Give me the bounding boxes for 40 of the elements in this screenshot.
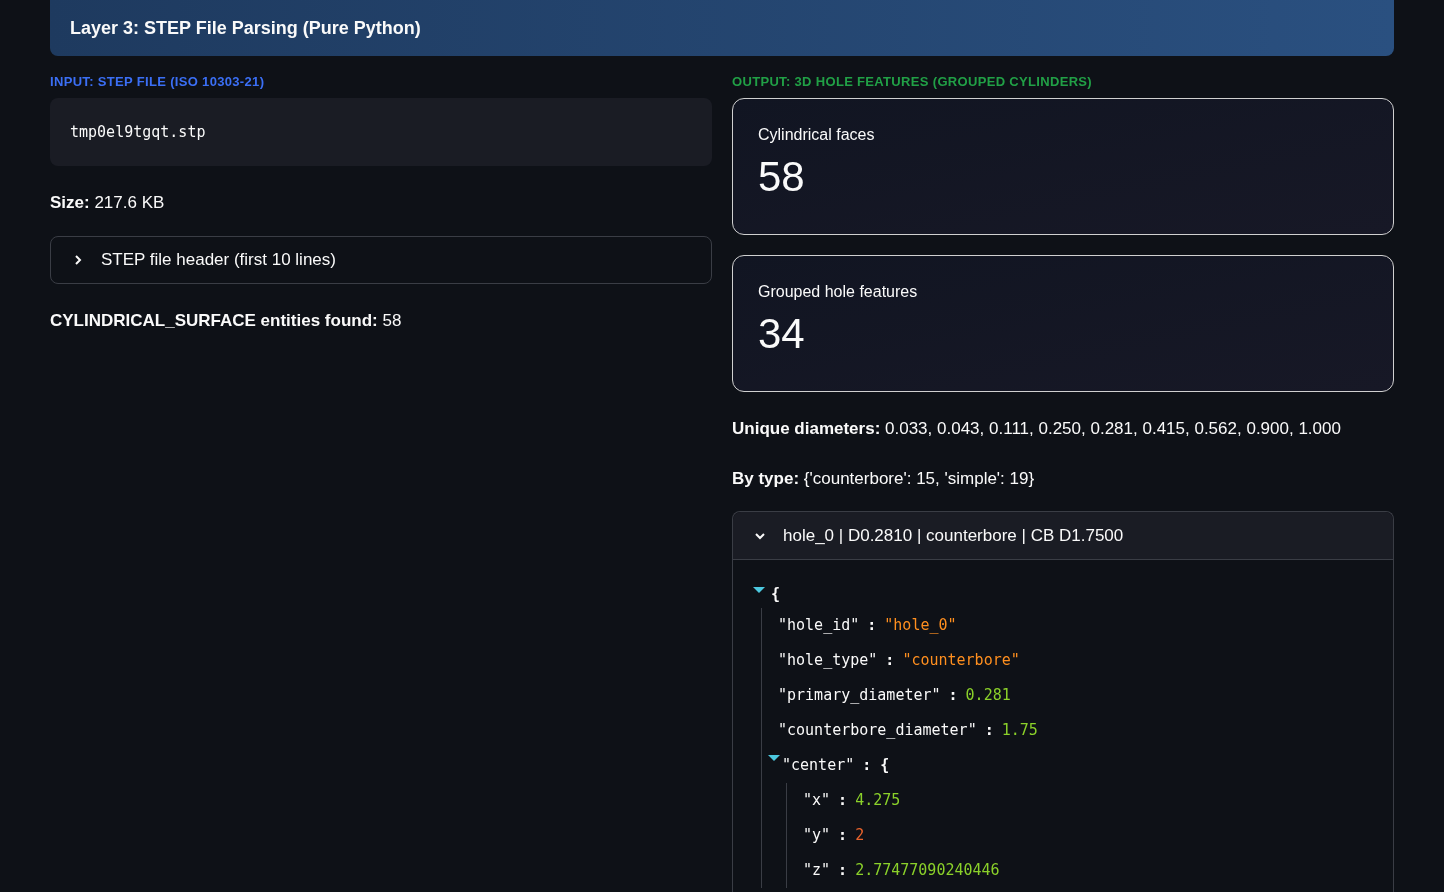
json-brace: : { (862, 755, 890, 777)
json-key: "z" (803, 859, 831, 882)
json-brace: { (771, 583, 781, 605)
info-text: Size: 217.6 KB (50, 192, 166, 214)
json-value: 2 (855, 825, 865, 847)
json-value: 0.281 (965, 685, 1011, 707)
metric-value: 58 (758, 152, 806, 202)
json-key: "counterbore_diameter" (778, 719, 977, 742)
json-value: 1.75 (1001, 720, 1038, 742)
info-text: Unique diameters: 0.033, 0.043, 0.111, 0.250, 0.281, 0.415, 0.562, 0.900, 1.000 (732, 418, 1342, 440)
json-value: 4.275 (855, 790, 901, 812)
metric-value: 34 (758, 309, 806, 359)
json-value: "hole_0" (884, 615, 957, 637)
expander-header[interactable]: STEP file header (first 10 lines) (50, 235, 712, 284)
section-header: Layer 3: STEP File Parsing (Pure Python) (50, 0, 1394, 56)
filename-block: tmp0el9tgqt.stp (50, 98, 712, 166)
json-colon: : (838, 860, 848, 882)
json-key: "y" (803, 824, 831, 847)
expander-header[interactable]: hole_0 | D0.2810 | counterbore | CB D1.7500 (733, 512, 1393, 560)
json-colon: : (948, 685, 958, 707)
json-colon: : (838, 825, 848, 847)
toggle-icon[interactable] (753, 586, 765, 594)
section-label: OUTPUT: 3D HOLE FEATURES (GROUPED CYLINDERS) (732, 73, 1094, 91)
info-text: CYLINDRICAL_SURFACE entities found: 58 (50, 309, 403, 332)
section-label: INPUT: STEP FILE (ISO 10303-21) (50, 73, 266, 91)
json-key: "center" (782, 754, 855, 777)
metric-label: Cylindrical faces (758, 125, 876, 145)
json-value: 2.77477090240446 (855, 860, 1000, 882)
json-key: "x" (803, 789, 831, 812)
json-colon: : (838, 790, 848, 812)
toggle-icon[interactable] (768, 754, 780, 762)
json-key: "primary_diameter" (778, 684, 941, 707)
json-key: "hole_id" (778, 614, 860, 637)
json-value: "counterbore" (902, 650, 1020, 672)
metric-label: Grouped hole features (758, 282, 919, 302)
info-text: By type: {'counterbore': 15, 'simple': 19} (732, 467, 1036, 490)
json-colon: : (984, 720, 994, 742)
json-colon: : (885, 650, 895, 672)
json-key: "hole_type" (778, 649, 878, 672)
json-colon: : (867, 615, 877, 637)
